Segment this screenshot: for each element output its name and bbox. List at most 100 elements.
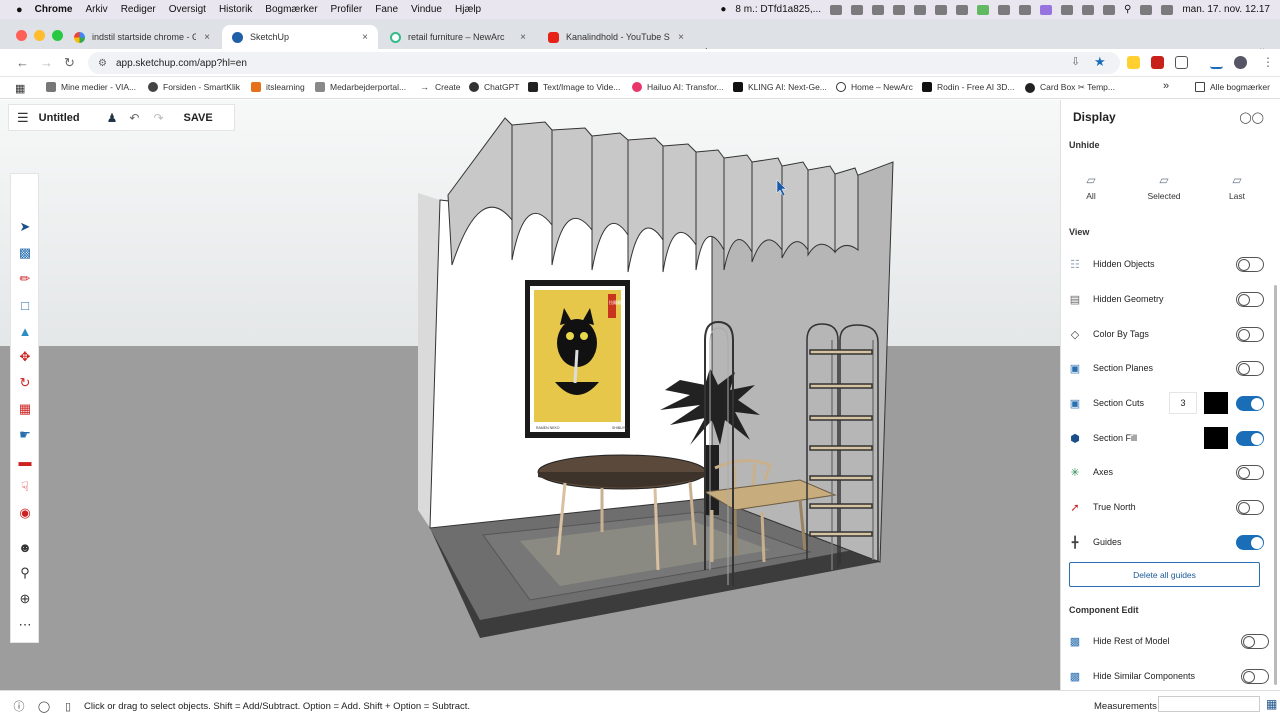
menu-historik[interactable]: Historik [219, 4, 252, 15]
menu-fane[interactable]: Fane [375, 4, 398, 15]
delete-all-guides-button[interactable]: Delete all guides [1069, 562, 1260, 587]
menu-vindue[interactable]: Vindue [411, 4, 442, 15]
close-window-button[interactable] [16, 30, 27, 41]
extensions-puzzle-icon[interactable] [1175, 56, 1188, 69]
help-icon[interactable]: ⓘ [12, 699, 26, 713]
select-tool-icon[interactable]: ➤ [17, 219, 33, 235]
globe-icon[interactable] [998, 4, 1011, 15]
clock-icon[interactable] [830, 4, 843, 15]
bookmark-item[interactable]: KLING AI: Next-Ge... [733, 82, 827, 92]
section-fill-toggle[interactable] [1236, 431, 1264, 446]
unhide-selected-button[interactable]: ▱ Selected [1144, 173, 1184, 201]
unhide-all-button[interactable]: ▱ All [1071, 173, 1111, 201]
wifi-icon[interactable] [1019, 4, 1032, 15]
model-title[interactable]: Untitled [39, 112, 95, 124]
siri-icon[interactable] [1161, 4, 1174, 15]
chrome-status-icon[interactable] [872, 4, 885, 15]
zoom-tool-icon[interactable]: ⚲ [17, 565, 33, 581]
tab-youtube-studio[interactable]: Kanalindhold - YouTube Studi × [538, 25, 694, 49]
hidden-objects-toggle[interactable] [1236, 257, 1264, 272]
hidden-geometry-toggle[interactable] [1236, 292, 1264, 307]
bookmark-item[interactable]: Hailuo AI: Transfor... [632, 82, 724, 92]
menu-arkiv[interactable]: Arkiv [85, 4, 107, 15]
menu-rediger[interactable]: Rediger [121, 4, 156, 15]
unhide-last-button[interactable]: ▱ Last [1217, 173, 1257, 201]
walk-tool-icon[interactable]: ☻ [17, 539, 33, 555]
bookmark-item[interactable]: Rodin - Free AI 3D... [922, 82, 1014, 92]
bookmark-item[interactable]: itslearning [251, 82, 305, 92]
menu-oversigt[interactable]: Oversigt [169, 4, 206, 15]
glasses-icon[interactable]: ◯◯ [1239, 111, 1264, 124]
display-icon[interactable] [935, 4, 948, 15]
bookmark-item[interactable]: Text/Image to Vide... [528, 82, 620, 92]
section-cut-color-swatch[interactable] [1204, 392, 1228, 414]
redo-icon[interactable]: ↷ [153, 111, 163, 125]
forward-arrow-icon[interactable]: → [40, 55, 53, 70]
battery-icon[interactable] [977, 4, 990, 15]
bluetooth-icon[interactable] [1082, 4, 1095, 15]
language-globe-icon[interactable]: ◯ [37, 699, 51, 713]
tab-close-icon[interactable]: × [678, 32, 684, 43]
address-bar[interactable]: ⚙ app.sketchup.com/app?hl=en [88, 52, 1120, 74]
notification-text[interactable]: 8 m.: DTfd1a825,... [735, 4, 821, 15]
section-cuts-toggle[interactable] [1236, 396, 1264, 411]
tab-google[interactable]: indstil startside chrome - Go × [64, 25, 220, 49]
control-center-icon[interactable] [1140, 4, 1153, 15]
pen-icon[interactable] [893, 4, 906, 15]
tab-sketchup[interactable]: SketchUp × [222, 25, 378, 49]
color-by-tags-toggle[interactable] [1236, 327, 1264, 342]
rotate-tool-icon[interactable]: ↻ [17, 375, 33, 391]
push-pull-tool-icon[interactable]: ▲ [17, 323, 33, 339]
plus-circle-icon[interactable] [851, 4, 864, 15]
hamburger-menu-icon[interactable]: ☰ [17, 110, 29, 126]
orbit-tool-icon[interactable]: ☟ [17, 479, 33, 495]
reload-icon[interactable]: ↻ [64, 55, 75, 71]
bookmark-item[interactable]: Home – NewArc [836, 82, 913, 92]
model-info-person-icon[interactable]: ♟ [107, 111, 118, 125]
spotlight-icon[interactable]: ⚲ [1124, 4, 1131, 15]
bookmarks-overflow-button[interactable]: » [1163, 80, 1169, 92]
hide-similar-components-toggle[interactable] [1241, 669, 1269, 684]
measurements-input[interactable] [1158, 696, 1260, 712]
hide-rest-of-model-toggle[interactable] [1241, 634, 1269, 649]
volume-icon[interactable] [1061, 4, 1074, 15]
move-tool-icon[interactable]: ✥ [17, 349, 33, 365]
guides-toggle[interactable] [1236, 535, 1264, 550]
save-button[interactable]: SAVE [184, 112, 213, 124]
section-fill-color-swatch[interactable] [1204, 427, 1228, 449]
menu-bogmaerker[interactable]: Bogmærker [265, 4, 317, 15]
eraser-tool-icon[interactable]: ▩ [17, 245, 33, 261]
instructor-icon[interactable]: ▯ [61, 699, 75, 713]
position-camera-icon[interactable]: ◉ [17, 505, 33, 521]
screen-mirror-icon[interactable] [1040, 4, 1053, 15]
3d-scene[interactable]: RAMEN NEKO SHIBUYA 拉麺猫 [0, 100, 1060, 690]
tab-newarc[interactable]: retail furniture – NewArc × [380, 25, 536, 49]
paint-bucket-tool-icon[interactable]: ☛ [17, 427, 33, 443]
bookmark-item[interactable]: ChatGPT [469, 82, 519, 92]
downloads-icon[interactable] [1210, 56, 1223, 69]
bookmark-item[interactable]: Medarbejderportal... [315, 82, 406, 92]
menubar-battery-icon[interactable] [1103, 4, 1116, 15]
rectangle-tool-icon[interactable]: □ [17, 297, 33, 313]
profile-avatar[interactable] [1234, 56, 1247, 69]
extension-pdf-icon[interactable] [1151, 56, 1164, 69]
site-info-icon[interactable]: ⚙ [98, 58, 107, 69]
scale-tool-icon[interactable]: ▦ [17, 401, 33, 417]
apple-logo-icon[interactable]: ● [16, 4, 23, 16]
tab-close-icon[interactable]: × [362, 32, 368, 43]
bookmark-item[interactable]: Mine medier - VIA... [46, 82, 136, 92]
true-north-toggle[interactable] [1236, 500, 1264, 515]
section-planes-toggle[interactable] [1236, 361, 1264, 376]
more-tools-icon[interactable]: ⋯ [17, 617, 33, 633]
back-arrow-icon[interactable]: ← [16, 55, 29, 70]
screen-icon[interactable] [914, 4, 927, 15]
tape-measure-tool-icon[interactable]: ▬ [17, 453, 33, 469]
install-app-icon[interactable]: ⇩ [1071, 55, 1080, 68]
zoom-extents-icon[interactable]: ⊕ [17, 591, 33, 607]
menu-profiler[interactable]: Profiler [331, 4, 363, 15]
tab-close-icon[interactable]: × [520, 32, 526, 43]
panel-scrollbar[interactable] [1274, 285, 1277, 685]
record-icon[interactable]: ● [720, 4, 726, 15]
cloud-icon[interactable] [956, 4, 969, 15]
minimize-window-button[interactable] [34, 30, 45, 41]
